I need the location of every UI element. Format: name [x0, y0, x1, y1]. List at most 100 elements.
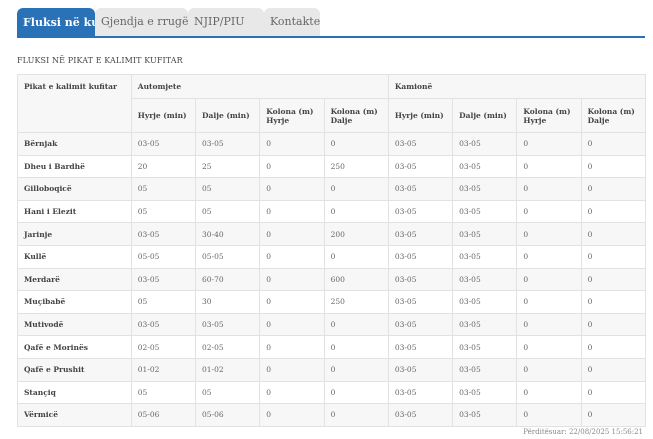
- table-cell: 0: [516, 380, 582, 405]
- table-cell: 0: [580, 335, 647, 359]
- column-header: Hyrje (min): [130, 98, 197, 133]
- column-header: Hyrje (min): [387, 98, 454, 133]
- table-cell: 0: [259, 132, 325, 156]
- table-cell: 03-05: [452, 199, 518, 224]
- table-cell: 0: [580, 244, 647, 269]
- table-row: Qafë e Morinës 02-05 02-05 0 0 03-05 03-05 0 0: [17, 335, 647, 359]
- table-cell: 03-05: [130, 267, 197, 292]
- table-cell: 0: [323, 380, 389, 405]
- table-row: Gilloboqicë 05 05 0 0 03-05 03-05 0 0: [17, 177, 647, 201]
- table-cell: 0: [580, 154, 647, 179]
- table-cell: 03-05: [452, 132, 518, 156]
- table-cell: 03-05: [452, 335, 518, 359]
- table-cell: 0: [580, 312, 647, 337]
- table-cell: 05-06: [130, 403, 197, 427]
- table-cell: 60-70: [195, 267, 261, 292]
- table-cell: 0: [323, 199, 389, 224]
- table-cell: 0: [323, 335, 389, 359]
- table-cell: 03-05: [452, 312, 518, 337]
- table-cell: 01-02: [130, 357, 197, 382]
- border-point-name: Hani i Elezit: [17, 199, 132, 224]
- table-row: Muçibabë 05 30 0 250 03-05 03-05 0 0: [17, 290, 647, 314]
- column-header: Kolona (m) Dalje: [580, 98, 647, 133]
- table-cell: 05: [130, 199, 197, 224]
- table-cell: 03-05: [130, 132, 197, 156]
- table-cell: 0: [259, 244, 325, 269]
- tab-gjendja-e-rrugeve[interactable]: Gjendja e rrugëve: [95, 8, 201, 36]
- table-row: Jarinje 03-05 30-40 0 200 03-05 03-05 0 0: [17, 222, 647, 246]
- table-cell: 0: [259, 312, 325, 337]
- table-cell: 0: [323, 357, 389, 382]
- border-point-name: Bërnjak: [17, 132, 132, 156]
- border-point-name: Jarinje: [17, 222, 132, 246]
- table-cell: 0: [516, 132, 582, 156]
- table-cell: 0: [323, 403, 389, 427]
- table-row: Qafë e Prushit 01-02 01-02 0 0 03-05 03-05 0 0: [17, 357, 647, 382]
- table-cell: 03-05: [452, 357, 518, 382]
- table-row: Mutivodë 03-05 03-05 0 0 03-05 03-05 0 0: [17, 312, 647, 337]
- border-flux-table: Pikat e kalimit kufitar Automjete Kamion…: [17, 74, 647, 427]
- table-cell: 0: [516, 335, 582, 359]
- table-row: Hani i Elezit 05 05 0 0 03-05 03-05 0 0: [17, 199, 647, 224]
- table-cell: 0: [259, 335, 325, 359]
- table-cell: 0: [516, 154, 582, 179]
- table-cell: 0: [580, 403, 647, 427]
- table-cell: 03-05: [387, 132, 454, 156]
- border-point-name: Vërmicë: [17, 403, 132, 427]
- border-point-name: Qafë e Prushit: [17, 357, 132, 382]
- table-cell: 03-05: [387, 222, 454, 246]
- table-cell: 0: [259, 290, 325, 314]
- table-cell: 05-06: [195, 403, 261, 427]
- column-header: Kolona (m) Dalje: [323, 98, 389, 133]
- table-cell: 250: [323, 290, 389, 314]
- table-cell: 0: [580, 290, 647, 314]
- tab-bar: Fluksi në kufi Gjendja e rrugëve NJIP/PI…: [17, 8, 645, 38]
- table-cell: 03-05: [195, 312, 261, 337]
- table-cell: 0: [259, 154, 325, 179]
- tab-kontakte[interactable]: Kontakte: [264, 8, 320, 36]
- border-point-name: Kullë: [17, 244, 132, 269]
- table-cell: 05: [195, 177, 261, 201]
- table-cell: 03-05: [130, 222, 197, 246]
- table-cell: 03-05: [452, 290, 518, 314]
- table-cell: 25: [195, 154, 261, 179]
- border-point-name: Muçibabë: [17, 290, 132, 314]
- table-cell: 03-05: [195, 132, 261, 156]
- table-cell: 03-05: [452, 403, 518, 427]
- table-cell: 05: [195, 199, 261, 224]
- table-cell: 05-05: [130, 244, 197, 269]
- table-row: Dheu i Bardhë 20 25 0 250 03-05 03-05 0 0: [17, 154, 647, 179]
- table-cell: 03-05: [387, 199, 454, 224]
- table-cell: 0: [259, 380, 325, 405]
- table-cell: 03-05: [387, 380, 454, 405]
- table-row: Kullë 05-05 05-05 0 0 03-05 03-05 0 0: [17, 244, 647, 269]
- table-cell: 05: [130, 380, 197, 405]
- column-header: Kolona (m) Hyrje: [259, 98, 325, 133]
- table-cell: 05: [195, 380, 261, 405]
- table-cell: 05: [130, 290, 197, 314]
- table-cell: 0: [516, 267, 582, 292]
- table-cell: 0: [516, 222, 582, 246]
- table-cell: 0: [516, 177, 582, 201]
- place-header: Pikat e kalimit kufitar: [17, 74, 132, 133]
- table-cell: 0: [259, 177, 325, 201]
- table-cell: 03-05: [130, 312, 197, 337]
- table-row: Stançiq 05 05 0 0 03-05 03-05 0 0: [17, 380, 647, 405]
- table-cell: 600: [323, 267, 389, 292]
- table-cell: 03-05: [452, 380, 518, 405]
- table-cell: 03-05: [387, 267, 454, 292]
- table-cell: 0: [323, 244, 389, 269]
- table-cell: 0: [259, 222, 325, 246]
- border-point-name: Stançiq: [17, 380, 132, 405]
- table-cell: 03-05: [387, 335, 454, 359]
- table-cell: 30-40: [195, 222, 261, 246]
- table-cell: 03-05: [387, 312, 454, 337]
- tab-fluksi-ne-kufi[interactable]: Fluksi në kufi: [17, 8, 107, 38]
- table-cell: 02-05: [130, 335, 197, 359]
- group-header-kamione: Kamionë: [387, 74, 647, 99]
- table-cell: 0: [516, 244, 582, 269]
- table-cell: 0: [580, 132, 647, 156]
- table-cell: 0: [323, 132, 389, 156]
- table-cell: 250: [323, 154, 389, 179]
- tab-njip-piu[interactable]: NJIP/PIU: [188, 8, 264, 36]
